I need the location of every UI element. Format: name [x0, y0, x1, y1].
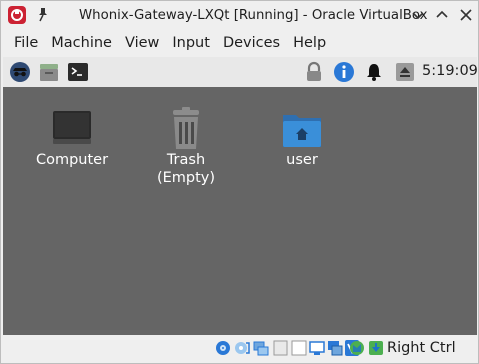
display-icon[interactable] [327, 339, 343, 357]
keyboard-icon[interactable] [368, 339, 384, 357]
minimize-icon[interactable] [411, 8, 425, 22]
menu-view[interactable]: View [119, 35, 165, 51]
window-title: Whonix-Gateway-LXQt [Running] - Oracle V… [79, 8, 428, 23]
title-bar[interactable]: Whonix-Gateway-LXQt [Running] - Oracle V… [1, 1, 478, 31]
desktop-label-computer: Computer [35, 152, 109, 168]
audio-icon[interactable] [253, 339, 269, 357]
desktop-item-computer[interactable]: Computer [29, 107, 115, 169]
computer-icon [53, 111, 91, 144]
guest-desktop[interactable]: Computer Trash (Empty) user [3, 87, 477, 335]
maximize-icon[interactable] [435, 8, 449, 22]
cpu-icon[interactable] [349, 339, 365, 357]
menu-help[interactable]: Help [287, 35, 332, 51]
menu-machine[interactable]: Machine [45, 35, 118, 51]
menu-devices[interactable]: Devices [217, 35, 286, 51]
terminal-icon[interactable] [67, 61, 89, 83]
optical-drive-icon[interactable] [234, 339, 250, 357]
start-menu-icon[interactable] [9, 61, 31, 83]
menu-file[interactable]: File [8, 35, 44, 51]
lock-icon[interactable] [303, 61, 325, 83]
guest-panel: 5:19:09 [3, 57, 478, 87]
desktop-sublabel-trash: (Empty) [156, 170, 216, 186]
notification-bell-icon[interactable] [363, 61, 385, 83]
menu-input[interactable]: Input [166, 35, 216, 51]
file-manager-icon[interactable] [38, 61, 60, 83]
usb-icon[interactable] [291, 339, 307, 357]
desktop-item-trash[interactable]: Trash (Empty) [143, 107, 229, 187]
pin-icon[interactable] [36, 7, 50, 23]
network-icon[interactable] [273, 339, 289, 357]
panel-clock[interactable]: 5:19:09 [422, 63, 478, 79]
desktop-label-user: user [286, 152, 318, 168]
desktop-item-user[interactable]: user [259, 107, 345, 169]
virtualbox-app-icon[interactable] [8, 6, 26, 24]
close-icon[interactable] [459, 8, 473, 22]
virtualbox-window: Whonix-Gateway-LXQt [Running] - Oracle V… [0, 0, 479, 364]
hard-disk-icon[interactable] [215, 339, 231, 357]
eject-icon[interactable] [394, 61, 416, 83]
info-icon[interactable] [333, 61, 355, 83]
menu-bar: File Machine View Input Devices Help [1, 31, 478, 55]
desktop-label-trash: Trash [166, 152, 206, 168]
status-bar: Right Ctrl [1, 335, 478, 363]
shared-folders-icon[interactable] [309, 339, 325, 357]
home-folder-icon [283, 115, 321, 147]
host-key-label[interactable]: Right Ctrl [387, 340, 456, 356]
trash-icon [173, 107, 199, 149]
